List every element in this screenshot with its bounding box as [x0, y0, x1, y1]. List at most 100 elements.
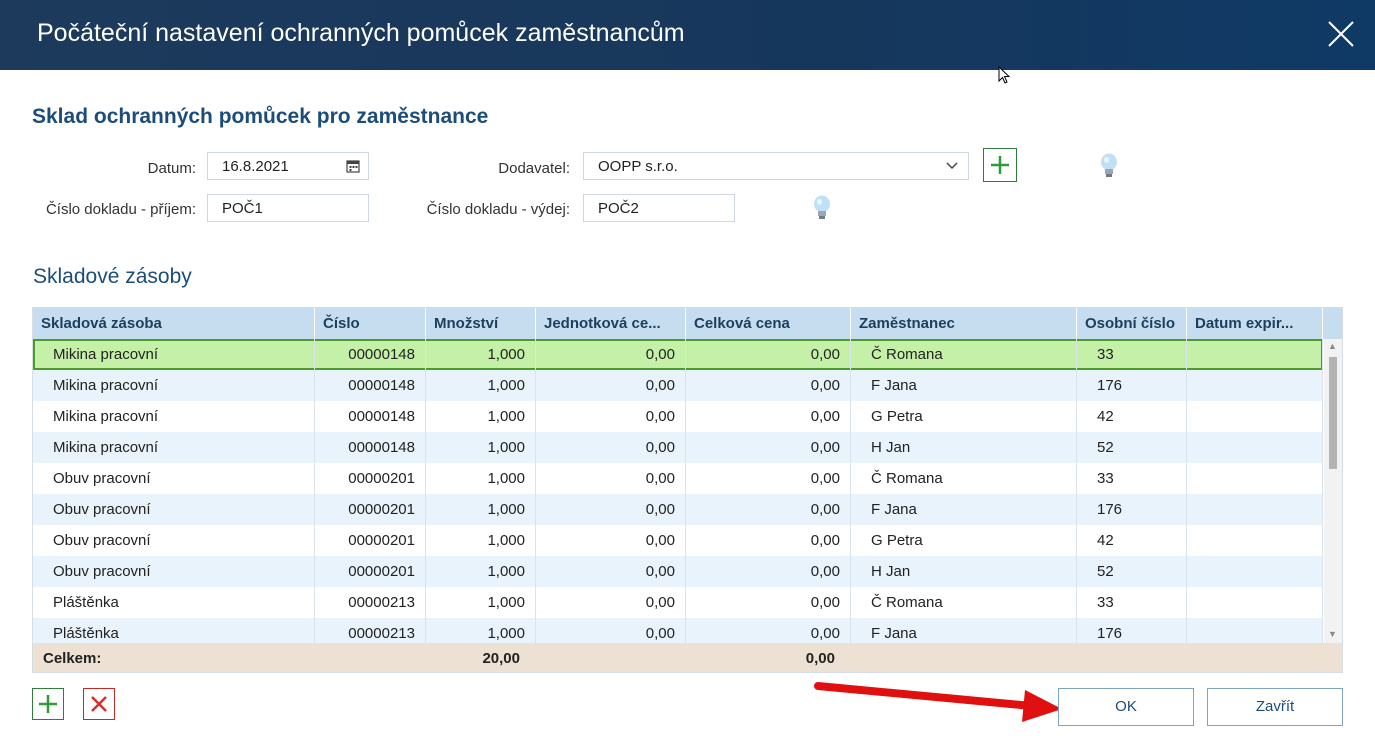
table-row[interactable]: Mikina pracovní 00000148 1,000 0,00 0,00 H Ja…: [33, 432, 1323, 463]
cell-number[interactable]: 00000201: [315, 463, 426, 494]
cell-employee[interactable]: F Jana: [851, 370, 1077, 401]
cell-unit-price[interactable]: 0,00: [536, 618, 686, 643]
cell-total-price[interactable]: 0,00: [686, 401, 851, 432]
column-header[interactable]: Datum expir...: [1187, 308, 1323, 339]
calendar-icon[interactable]: [346, 159, 360, 173]
cell-expiry-date[interactable]: [1187, 339, 1323, 370]
table-row[interactable]: Mikina pracovní 00000148 1,000 0,00 0,00 Č Ro…: [33, 339, 1323, 370]
supplier-select[interactable]: OOPP s.r.o.: [583, 152, 969, 180]
cell-employee[interactable]: H Jan: [851, 556, 1077, 587]
cell-total-price[interactable]: 0,00: [686, 463, 851, 494]
cell-stock-item[interactable]: Mikina pracovní: [33, 370, 315, 401]
cell-employee[interactable]: H Jan: [851, 432, 1077, 463]
cell-personal-number[interactable]: 33: [1077, 339, 1187, 370]
cell-number[interactable]: 00000148: [315, 401, 426, 432]
cell-expiry-date[interactable]: [1187, 494, 1323, 525]
column-header[interactable]: Číslo: [315, 308, 426, 339]
cell-stock-item[interactable]: Mikina pracovní: [33, 432, 315, 463]
cell-personal-number[interactable]: 33: [1077, 587, 1187, 618]
cell-quantity[interactable]: 1,000: [426, 494, 536, 525]
cell-expiry-date[interactable]: [1187, 432, 1323, 463]
cell-personal-number[interactable]: 52: [1077, 556, 1187, 587]
cell-stock-item[interactable]: Pláštěnka: [33, 618, 315, 643]
cell-total-price[interactable]: 0,00: [686, 339, 851, 370]
cell-stock-item[interactable]: Obuv pracovní: [33, 494, 315, 525]
cell-expiry-date[interactable]: [1187, 370, 1323, 401]
cell-quantity[interactable]: 1,000: [426, 463, 536, 494]
table-row[interactable]: Obuv pracovní 00000201 1,000 0,00 0,00 H Jan 5…: [33, 556, 1323, 587]
column-header[interactable]: Zaměstnanec: [851, 308, 1077, 339]
cell-stock-item[interactable]: Obuv pracovní: [33, 525, 315, 556]
lightbulb-icon[interactable]: [813, 195, 831, 221]
cell-stock-item[interactable]: Mikina pracovní: [33, 401, 315, 432]
cell-stock-item[interactable]: Mikina pracovní: [33, 339, 315, 370]
cell-employee[interactable]: Č Romana: [851, 463, 1077, 494]
table-row[interactable]: Obuv pracovní 00000201 1,000 0,00 0,00 G Petr…: [33, 525, 1323, 556]
cell-number[interactable]: 00000201: [315, 525, 426, 556]
cell-employee[interactable]: F Jana: [851, 494, 1077, 525]
add-row-button[interactable]: [32, 688, 64, 720]
cell-quantity[interactable]: 1,000: [426, 618, 536, 643]
cell-unit-price[interactable]: 0,00: [536, 556, 686, 587]
scroll-down-icon[interactable]: ▼: [1328, 629, 1337, 639]
cell-number[interactable]: 00000201: [315, 494, 426, 525]
add-supplier-button[interactable]: [983, 148, 1017, 182]
cell-unit-price[interactable]: 0,00: [536, 339, 686, 370]
cell-unit-price[interactable]: 0,00: [536, 525, 686, 556]
cell-stock-item[interactable]: Obuv pracovní: [33, 463, 315, 494]
cell-expiry-date[interactable]: [1187, 463, 1323, 494]
cell-number[interactable]: 00000148: [315, 370, 426, 401]
column-header[interactable]: Osobní číslo: [1077, 308, 1187, 339]
cell-employee[interactable]: G Petra: [851, 401, 1077, 432]
cell-quantity[interactable]: 1,000: [426, 401, 536, 432]
cell-total-price[interactable]: 0,00: [686, 525, 851, 556]
close-window-button[interactable]: [1321, 14, 1361, 54]
cell-unit-price[interactable]: 0,00: [536, 432, 686, 463]
cell-expiry-date[interactable]: [1187, 556, 1323, 587]
cell-expiry-date[interactable]: [1187, 401, 1323, 432]
table-row[interactable]: Mikina pracovní 00000148 1,000 0,00 0,00 G Pe…: [33, 401, 1323, 432]
cell-employee[interactable]: G Petra: [851, 525, 1077, 556]
table-row[interactable]: Pláštěnka 00000213 1,000 0,00 0,00 F Jana 176: [33, 618, 1323, 643]
cell-total-price[interactable]: 0,00: [686, 556, 851, 587]
issue-number-field[interactable]: POČ2: [583, 194, 735, 222]
cell-personal-number[interactable]: 33: [1077, 463, 1187, 494]
cell-number[interactable]: 00000148: [315, 339, 426, 370]
lightbulb-icon[interactable]: [1100, 153, 1118, 179]
cell-employee[interactable]: F Jana: [851, 618, 1077, 643]
cell-quantity[interactable]: 1,000: [426, 432, 536, 463]
column-header[interactable]: Množství: [426, 308, 536, 339]
cell-expiry-date[interactable]: [1187, 618, 1323, 643]
cell-expiry-date[interactable]: [1187, 587, 1323, 618]
column-header[interactable]: Skladová zásoba: [33, 308, 315, 339]
receipt-number-field[interactable]: POČ1: [207, 194, 369, 222]
cell-stock-item[interactable]: Obuv pracovní: [33, 556, 315, 587]
cell-unit-price[interactable]: 0,00: [536, 401, 686, 432]
ok-button[interactable]: OK: [1058, 688, 1194, 726]
cell-personal-number[interactable]: 176: [1077, 618, 1187, 643]
cell-unit-price[interactable]: 0,00: [536, 494, 686, 525]
cell-total-price[interactable]: 0,00: [686, 370, 851, 401]
cell-unit-price[interactable]: 0,00: [536, 463, 686, 494]
cell-personal-number[interactable]: 42: [1077, 401, 1187, 432]
cell-unit-price[interactable]: 0,00: [536, 370, 686, 401]
cell-quantity[interactable]: 1,000: [426, 525, 536, 556]
vertical-scrollbar[interactable]: ▲ ▼: [1324, 339, 1342, 643]
cell-total-price[interactable]: 0,00: [686, 494, 851, 525]
cell-total-price[interactable]: 0,00: [686, 618, 851, 643]
cell-number[interactable]: 00000213: [315, 618, 426, 643]
close-button[interactable]: Zavřít: [1207, 688, 1343, 726]
cell-quantity[interactable]: 1,000: [426, 587, 536, 618]
cell-quantity[interactable]: 1,000: [426, 556, 536, 587]
cell-quantity[interactable]: 1,000: [426, 339, 536, 370]
cell-personal-number[interactable]: 42: [1077, 525, 1187, 556]
column-header[interactable]: Jednotková ce...: [536, 308, 686, 339]
scroll-up-icon[interactable]: ▲: [1328, 341, 1337, 351]
table-row[interactable]: Obuv pracovní 00000201 1,000 0,00 0,00 Č Roma…: [33, 463, 1323, 494]
table-row[interactable]: Mikina pracovní 00000148 1,000 0,00 0,00 F Ja…: [33, 370, 1323, 401]
cell-personal-number[interactable]: 176: [1077, 494, 1187, 525]
table-row[interactable]: Obuv pracovní 00000201 1,000 0,00 0,00 F Jana…: [33, 494, 1323, 525]
cell-number[interactable]: 00000148: [315, 432, 426, 463]
cell-personal-number[interactable]: 176: [1077, 370, 1187, 401]
cell-total-price[interactable]: 0,00: [686, 587, 851, 618]
